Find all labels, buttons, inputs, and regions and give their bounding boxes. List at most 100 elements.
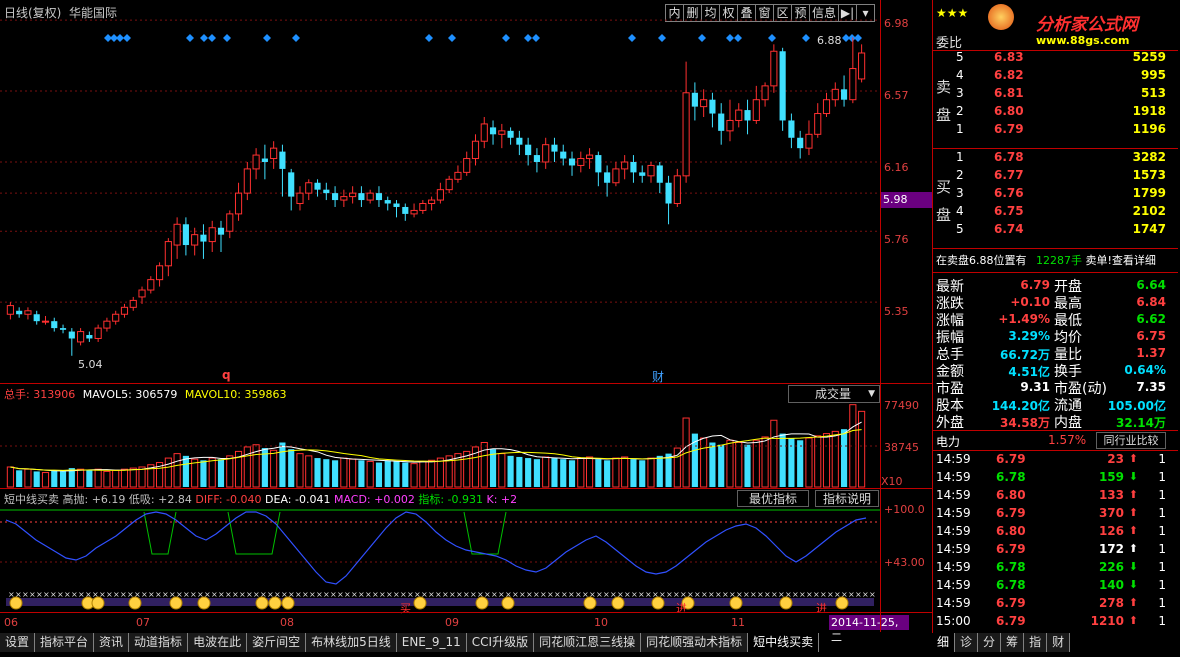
cross-mark: × — [463, 590, 470, 599]
tick-count: 1 — [1158, 542, 1166, 556]
candle-body — [744, 110, 751, 121]
candle-body — [59, 328, 67, 330]
sell-level-row[interactable]: 4 6.82 995 — [932, 68, 1172, 86]
volume-bar — [6, 466, 14, 488]
indicator-explain-button[interactable]: 指标说明 — [815, 490, 879, 507]
buy-level-row[interactable]: 1 6.78 3282 — [932, 150, 1172, 168]
level-number: 3 — [956, 86, 964, 100]
cross-mark: × — [827, 590, 834, 599]
formula-tab[interactable]: 设置 — [0, 633, 36, 652]
formula-tab[interactable]: 指标平台 — [35, 633, 95, 652]
cross-mark: × — [337, 590, 344, 599]
signal-diamond — [208, 34, 216, 42]
sell-level-row[interactable]: 2 6.80 1918 — [932, 104, 1172, 122]
quote-value: 6.79 — [1020, 278, 1050, 292]
divider — [933, 430, 1178, 431]
candle-body — [16, 310, 23, 315]
right-tab[interactable]: 诊 — [955, 633, 979, 652]
mavol5-value: MAVOL5: 306579 — [82, 388, 178, 401]
arrow-up-icon: ⬆ — [1128, 614, 1138, 627]
candle-body — [560, 151, 567, 159]
volume-bar — [735, 442, 743, 488]
chart-canvas[interactable]: × × × × × × × × × × × × × × × × × × × × × × × × × × × × × × × × × × × × × × × ×… — [0, 0, 932, 633]
quote-row: 外盘 34.58万 内盘 32.14万 — [932, 412, 1172, 431]
tick-row: 14:59 6.78 140 ⬇ 1 — [932, 578, 1172, 596]
right-tab[interactable]: 财 — [1047, 633, 1071, 652]
signal-diamond — [854, 34, 862, 42]
signal-diamond — [502, 34, 510, 42]
formula-tab[interactable]: 同花顺江恩三线操 — [534, 633, 642, 652]
date-tick: 11 — [731, 616, 745, 629]
volume-bar — [279, 442, 286, 487]
formula-tab[interactable]: 动道指标 — [129, 633, 189, 652]
cross-mark: × — [400, 590, 407, 599]
candle-body — [86, 335, 93, 339]
cross-mark: × — [820, 590, 827, 599]
indicator-select[interactable]: 成交量 ▼ — [788, 385, 880, 403]
tick-row: 14:59 6.80 126 ⬆ 1 — [932, 524, 1172, 542]
smiley-face-icon — [9, 596, 23, 610]
cross-mark: × — [449, 590, 456, 599]
large-order-notice[interactable]: 在卖盘6.88位置有 12287手 卖单!查看详细 — [932, 252, 1172, 268]
buy-level-row[interactable]: 5 6.74 1747 — [932, 222, 1172, 240]
volume-bar — [129, 467, 137, 488]
candle-body — [279, 151, 286, 169]
formula-tab[interactable]: 资讯 — [94, 633, 130, 652]
buy-level-row[interactable]: 4 6.75 2102 — [932, 204, 1172, 222]
volume-bar — [551, 458, 558, 487]
right-tab[interactable]: 指 — [1024, 633, 1048, 652]
volume-bar — [498, 453, 506, 488]
formula-tab[interactable]: ENE_9_11 — [396, 633, 467, 652]
formula-tab[interactable]: 短中线买卖 — [748, 633, 820, 652]
candle-body — [24, 310, 32, 315]
volume-bar — [831, 430, 839, 488]
level-price: 6.77 — [994, 168, 1024, 182]
candle-body — [682, 92, 690, 177]
volume-bar — [507, 455, 514, 487]
tick-time: 14:59 — [936, 542, 971, 556]
tick-price: 6.80 — [996, 488, 1026, 502]
candle-body — [849, 68, 857, 101]
buy-level-row[interactable]: 2 6.77 1573 — [932, 168, 1172, 186]
candle-body — [604, 172, 611, 183]
level-price: 6.76 — [994, 186, 1024, 200]
volume-bar — [805, 437, 813, 488]
cross-mark: × — [57, 590, 64, 599]
smiley-face-icon — [475, 596, 489, 610]
cross-mark: × — [491, 590, 498, 599]
arrow-up-icon: ⬆ — [1128, 596, 1138, 609]
volume-bar — [314, 458, 321, 487]
level-volume: 1573 — [1132, 168, 1166, 182]
level-number: 4 — [956, 68, 964, 82]
candle-body — [173, 223, 181, 246]
right-tab[interactable]: 分 — [978, 633, 1002, 652]
logo-title: 分析家公式网 — [1036, 15, 1138, 35]
sell-level-row[interactable]: 3 6.81 513 — [932, 86, 1172, 104]
formula-tab[interactable]: 布林线加5日线 — [306, 633, 397, 652]
cross-mark: × — [106, 590, 113, 599]
best-indicator-button[interactable]: 最优指标 — [737, 490, 809, 507]
sell-level-row[interactable]: 1 6.79 1196 — [932, 122, 1172, 140]
volume-scale: X10 — [881, 475, 903, 488]
cross-mark: × — [722, 590, 729, 599]
industry-compare-button[interactable]: 同行业比较 — [1096, 432, 1166, 449]
candle-body — [709, 99, 716, 114]
formula-tab[interactable]: 姿斤间空 — [247, 633, 307, 652]
sell-char: 盘 — [936, 106, 952, 124]
right-tab[interactable]: 细 — [932, 633, 956, 652]
candle-body — [51, 321, 58, 329]
quote-row: 金额 4.51亿 换手 0.64% — [932, 361, 1172, 380]
buy-level-row[interactable]: 3 6.76 1799 — [932, 186, 1172, 204]
formula-tab[interactable]: 同花顺强动术指标 — [641, 633, 749, 652]
right-tab[interactable]: 筹 — [1001, 633, 1025, 652]
formula-tab[interactable]: 电波在此 — [188, 633, 248, 652]
signal-diamond — [223, 34, 231, 42]
volume-bar — [332, 460, 339, 487]
volume-bar — [410, 463, 418, 488]
volume-bar — [402, 462, 409, 487]
sell-level-row[interactable]: 5 6.83 5259 — [932, 50, 1172, 68]
cross-mark: × — [50, 590, 57, 599]
candle-body — [261, 158, 268, 162]
level-volume: 995 — [1140, 68, 1166, 82]
formula-tab[interactable]: CCI升级版 — [466, 633, 535, 652]
